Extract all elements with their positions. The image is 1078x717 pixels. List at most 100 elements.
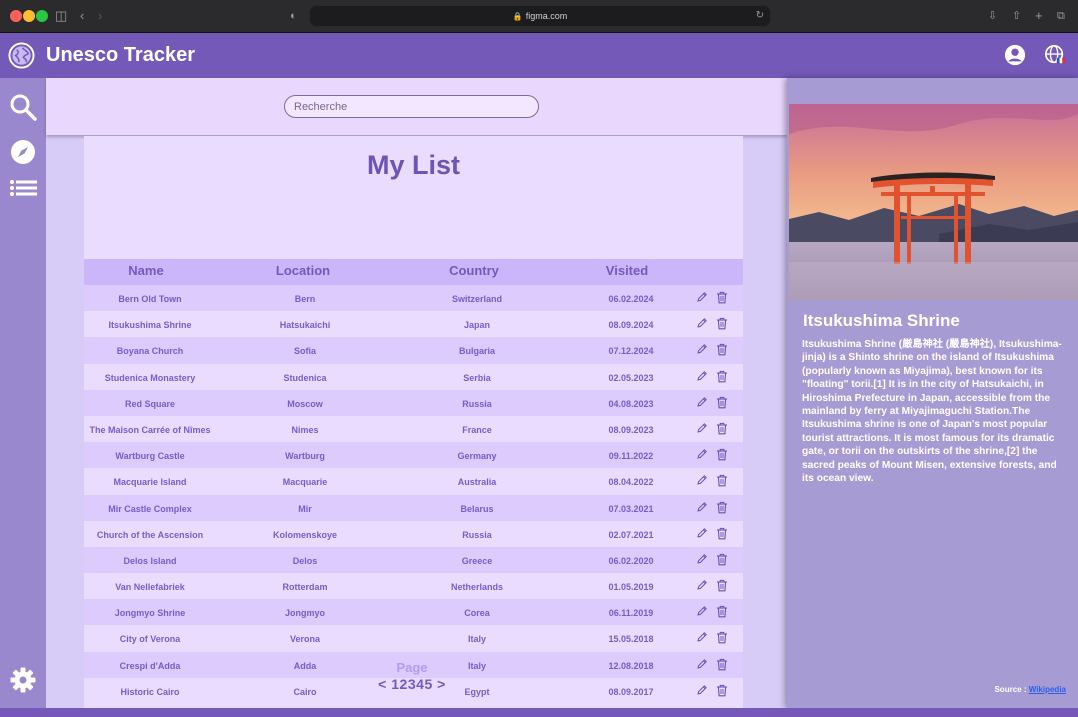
row-name: Van Nellefabriek <box>115 582 185 593</box>
globe-logo-icon[interactable] <box>8 42 35 69</box>
page-1-button[interactable]: 1 <box>391 676 399 692</box>
lock-icon: 🔒 <box>512 12 523 21</box>
detail-panel: Itsukushima Shrine Itsukushima Shrine (厳… <box>787 78 1078 708</box>
edit-pencil-icon[interactable] <box>696 527 708 539</box>
table-row[interactable]: Jongmyo Shrine Jongmyo Corea 06.11.2019 <box>84 599 743 626</box>
trash-icon[interactable] <box>716 658 728 671</box>
edit-pencil-icon[interactable] <box>696 396 708 408</box>
row-name: City of Verona <box>119 634 181 645</box>
edit-pencil-icon[interactable] <box>696 370 708 382</box>
edit-pencil-icon[interactable] <box>696 631 708 643</box>
table-row[interactable]: Van Nellefabriek Rotterdam Netherlands 01.0… <box>84 573 743 600</box>
row-location: Kolomenskoye <box>272 529 338 540</box>
table-row[interactable]: Macquarie Island Macquarie Australia 08.04.… <box>84 468 743 495</box>
edit-pencil-icon[interactable] <box>696 553 708 565</box>
column-header-name[interactable]: Name <box>84 263 208 278</box>
back-icon[interactable]: ‹ <box>80 7 84 25</box>
trash-icon[interactable] <box>716 396 728 409</box>
edit-pencil-icon[interactable] <box>696 684 708 696</box>
edit-pencil-icon[interactable] <box>696 291 708 303</box>
next-page-button[interactable]: > <box>437 676 446 692</box>
table-row[interactable]: City of Verona Verona Italy 15.05.2018 <box>84 625 743 652</box>
list-icon[interactable] <box>9 176 37 204</box>
column-header-visited[interactable]: Visited <box>596 263 658 278</box>
trash-icon[interactable] <box>716 527 728 540</box>
trash-icon[interactable] <box>716 579 728 592</box>
table-row[interactable]: Studenica Monastery Studenica Serbia 02.05.… <box>84 363 743 390</box>
row-visited-date: 07.03.2021 <box>608 503 654 514</box>
table-row[interactable]: The Maison Carrée of Nîmes Nimes France 08.… <box>84 415 743 443</box>
edit-pencil-icon[interactable] <box>696 317 708 329</box>
trash-icon[interactable] <box>716 343 728 356</box>
trash-icon[interactable] <box>716 291 728 304</box>
table-row[interactable]: Bern Old Town Bern Switzerland 06.02.2024 <box>84 285 743 312</box>
tab-overview-icon[interactable]: ⧉ <box>1057 7 1065 25</box>
row-visited-date: 09.11.2022 <box>608 451 654 462</box>
previous-page-button[interactable]: < <box>378 676 387 692</box>
row-country: Corea <box>464 608 490 619</box>
search-icon[interactable] <box>9 93 37 121</box>
wikipedia-link[interactable]: Wikipedia <box>1029 685 1066 694</box>
trash-icon[interactable] <box>716 605 728 618</box>
edit-pencil-icon[interactable] <box>696 579 708 591</box>
row-location: Sofia <box>293 346 316 357</box>
reload-icon[interactable]: ↻ <box>756 6 764 26</box>
table-row[interactable]: Boyana Church Sofia Bulgaria 07.12.2024 <box>84 337 743 364</box>
my-list-panel: My List Name Location Country Visited Be… <box>84 136 743 708</box>
table-row[interactable]: Red Square Moscow Russia 04.08.2023 <box>84 389 743 416</box>
table-row[interactable]: Itsukushima Shrine Hatsukaichi Japan 08.09.… <box>84 311 743 338</box>
trash-icon[interactable] <box>716 631 728 644</box>
trash-icon[interactable] <box>716 448 728 461</box>
zoom-window-button[interactable] <box>36 10 48 22</box>
edit-pencil-icon[interactable] <box>696 658 708 670</box>
trash-icon[interactable] <box>716 684 728 697</box>
minimize-window-button[interactable] <box>23 10 35 22</box>
edit-pencil-icon[interactable] <box>696 448 708 460</box>
app: Unesco Tracker Recherche My List Name Lo… <box>0 33 1078 717</box>
page-2-button[interactable]: 2 <box>400 676 408 692</box>
column-header-location[interactable]: Location <box>252 263 354 278</box>
table-row[interactable]: Wartburg Castle Wartburg Germany 09.11.2022 <box>84 442 743 469</box>
page-5-button[interactable]: 5 <box>424 676 432 692</box>
table-row[interactable]: Mir Castle Complex Mir Belarus 07.03.2021 <box>84 494 743 521</box>
row-name: Boyana Church <box>116 346 184 357</box>
compass-icon[interactable] <box>9 138 37 166</box>
trash-icon[interactable] <box>716 553 728 566</box>
row-location: Verona <box>289 634 320 645</box>
trash-icon[interactable] <box>716 501 728 514</box>
new-tab-icon[interactable]: + <box>1035 7 1043 25</box>
row-country: Italy <box>467 634 486 645</box>
row-country: Greece <box>461 555 493 566</box>
table-row[interactable]: Church of the Ascension Kolomenskoye Russi… <box>84 520 743 547</box>
edit-pencil-icon[interactable] <box>696 501 708 513</box>
sidebar-toggle-icon[interactable]: ◫ <box>55 7 67 25</box>
address-bar[interactable]: 🔒 figma.com ↻ <box>310 6 770 26</box>
row-country: Serbia <box>463 372 491 383</box>
row-visited-date: 08.04.2022 <box>608 477 654 488</box>
trash-icon[interactable] <box>716 422 728 435</box>
row-visited-date: 06.02.2020 <box>608 555 654 566</box>
forward-icon[interactable]: › <box>98 7 102 25</box>
account-icon[interactable] <box>1004 44 1026 66</box>
trash-icon[interactable] <box>716 370 728 383</box>
row-country: Japan <box>463 320 490 331</box>
search-input[interactable] <box>284 95 539 118</box>
settings-gear-icon[interactable] <box>9 666 37 694</box>
main-content: My List Name Location Country Visited Be… <box>46 78 787 708</box>
trash-icon[interactable] <box>716 317 728 330</box>
page-3-button[interactable]: 3 <box>408 676 416 692</box>
row-name: Macquarie Island <box>113 477 187 488</box>
edit-pencil-icon[interactable] <box>696 422 708 434</box>
table-row[interactable]: Delos Island Delos Greece 06.02.2020 <box>84 546 743 574</box>
edit-pencil-icon[interactable] <box>696 474 708 486</box>
edit-pencil-icon[interactable] <box>696 605 708 617</box>
trash-icon[interactable] <box>716 474 728 487</box>
share-icon[interactable]: ⇧ <box>1012 7 1021 25</box>
download-icon[interactable]: ⇩ <box>988 7 997 25</box>
edit-pencil-icon[interactable] <box>696 343 708 355</box>
language-globe-icon[interactable] <box>1044 44 1066 66</box>
row-name: Historic Cairo <box>120 686 180 697</box>
privacy-shield-icon[interactable]: ◐ <box>290 7 297 25</box>
close-window-button[interactable] <box>10 10 22 22</box>
column-header-country[interactable]: Country <box>424 263 524 278</box>
